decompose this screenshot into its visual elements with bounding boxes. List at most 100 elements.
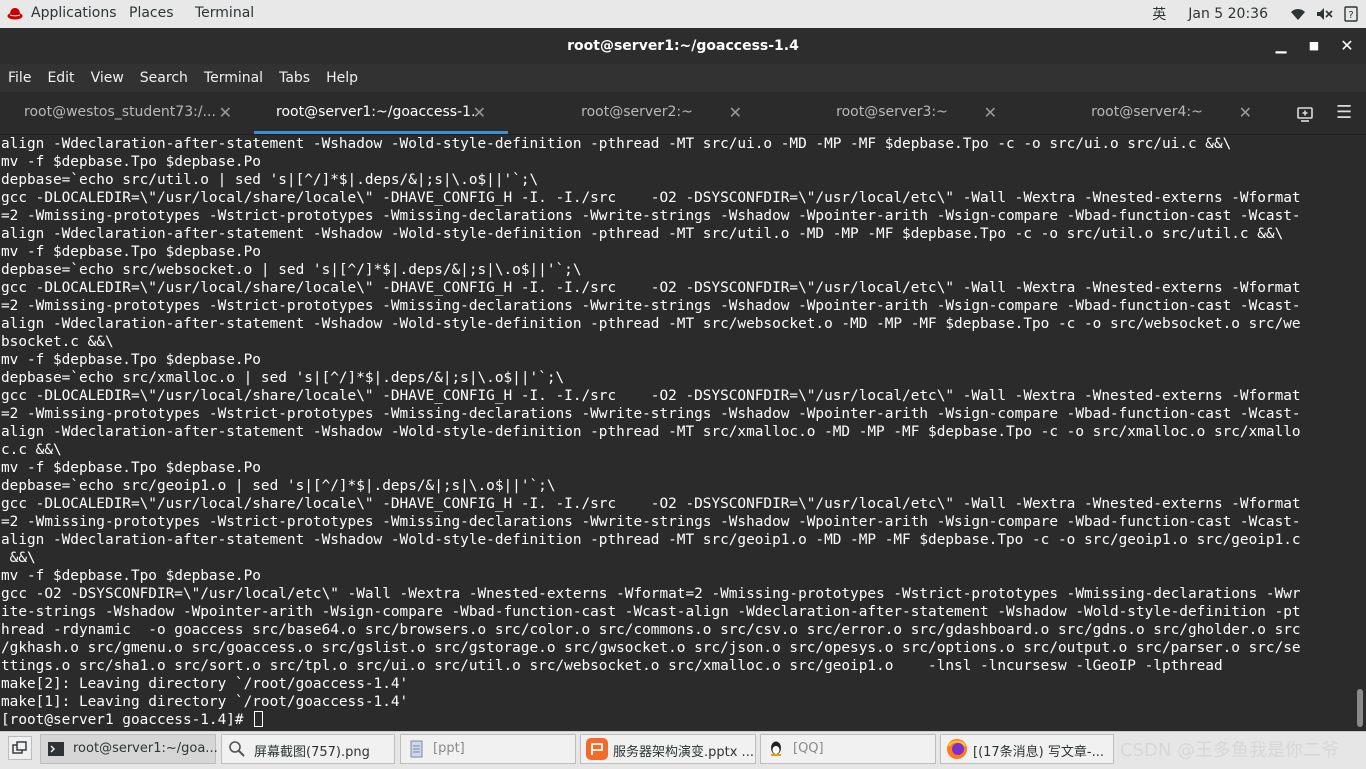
- window-titlebar[interactable]: root@server1:~/goaccess-1.4 ▁ ■ ✕: [0, 28, 1366, 64]
- close-icon: ✕: [1340, 36, 1354, 55]
- text-cursor: [254, 711, 264, 727]
- minimize-button[interactable]: ▁: [1272, 37, 1290, 55]
- terminal-line: =2 -Wmissing-prototypes -Wstrict-prototy…: [1, 514, 1301, 530]
- csdn-watermark: CSDN @王多鱼我是你二爷: [1120, 740, 1340, 761]
- tab-label: root@server4:~: [1091, 104, 1203, 120]
- scrollbar-thumb[interactable]: [1357, 689, 1363, 727]
- tab-label: root@server1:~/goaccess-1...: [276, 104, 476, 120]
- terminal-line: depbase=`echo src/websocket.o | sed 's|[…: [1, 262, 582, 278]
- terminal-line: mv -f $depbase.Tpo $depbase.Po: [1, 568, 261, 584]
- input-method-indicator[interactable]: 英: [1152, 4, 1166, 24]
- terminal-line: depbase=`echo src/geoip1.o | sed 's|[^/]…: [1, 478, 556, 494]
- tab-label: root@westos_student73:/...: [24, 104, 216, 120]
- terminal-line: align -Wdeclaration-after-statement -Wsh…: [1, 532, 1301, 548]
- tab-close-icon[interactable]: ✕: [1239, 103, 1252, 122]
- terminal-line: gcc -DLOCALEDIR=\"/usr/local/share/local…: [1, 190, 1301, 206]
- menu-edit[interactable]: Edit: [39, 70, 82, 86]
- terminal-line: gcc -O2 -DSYSCONFDIR=\"/usr/local/etc\" …: [1, 586, 1301, 602]
- terminal-line: mv -f $depbase.Tpo $depbase.Po: [1, 154, 261, 170]
- terminal-line: bsocket.c &&\: [1, 334, 114, 350]
- terminal-line: gcc -DLOCALEDIR=\"/usr/local/share/local…: [1, 496, 1301, 512]
- terminal-line: &&\: [1, 550, 36, 566]
- places-menu[interactable]: Places: [129, 5, 174, 21]
- terminal-line: align -Wdeclaration-after-statement -Wsh…: [1, 226, 1284, 242]
- terminal-app-menu[interactable]: Terminal: [195, 5, 254, 21]
- image-viewer-icon: [229, 741, 245, 757]
- terminal-line: ite-strings -Wshadow -Wpointer-arith -Ws…: [1, 604, 1301, 620]
- shell-prompt: [root@server1 goaccess-1.4]#: [1, 712, 253, 728]
- new-tab-icon[interactable]: [1296, 104, 1316, 124]
- tab-westos-student73[interactable]: root@westos_student73:/... ✕: [0, 92, 254, 134]
- terminal-line: mv -f $depbase.Tpo $depbase.Po: [1, 352, 261, 368]
- menu-search[interactable]: Search: [132, 70, 196, 86]
- qq-icon: [771, 741, 781, 756]
- menu-view[interactable]: View: [83, 70, 132, 86]
- applications-menu[interactable]: Applications: [31, 5, 117, 21]
- taskbar-item-qq[interactable]: [QQ]: [760, 734, 936, 764]
- volume-muted-icon[interactable]: [1316, 7, 1334, 21]
- menu-bar: File Edit View Search Terminal Tabs Help: [0, 64, 1366, 92]
- active-tab-indicator: [254, 131, 508, 134]
- svg-text:?: ?: [1348, 10, 1353, 21]
- taskbar-item-ppt-folder[interactable]: [ppt]: [400, 734, 576, 764]
- terminal-lines: align -Wdeclaration-after-statement -Wsh…: [0, 135, 1354, 711]
- terminal-line: =2 -Wmissing-prototypes -Wstrict-prototy…: [1, 208, 1301, 224]
- prompt-line[interactable]: [root@server1 goaccess-1.4]#: [0, 711, 1354, 729]
- terminal-line: gcc -DLOCALEDIR=\"/usr/local/share/local…: [1, 280, 1301, 296]
- tab-server4[interactable]: root@server4:~ ✕: [1020, 92, 1274, 134]
- terminal-line: =2 -Wmissing-prototypes -Wstrict-prototy…: [1, 406, 1301, 422]
- tab-label: root@server3:~: [836, 104, 948, 120]
- maximize-icon: ■: [1308, 39, 1320, 52]
- minimize-icon: ▁: [1275, 38, 1287, 54]
- tab-server3[interactable]: root@server3:~ ✕: [765, 92, 1019, 134]
- tab-close-icon[interactable]: ✕: [473, 103, 486, 122]
- terminal-line: make[2]: Leaving directory `/root/goacce…: [1, 676, 409, 692]
- terminal-line: c.c &&\: [1, 442, 62, 458]
- tab-close-icon[interactable]: ✕: [219, 103, 232, 122]
- taskbar-item-screenshot[interactable]: 屏幕截图(757).png: [221, 734, 395, 764]
- power-icon[interactable]: ?: [1344, 6, 1358, 22]
- show-desktop-icon[interactable]: [8, 736, 32, 760]
- terminal-line: hread -rdynamic -o goaccess src/base64.o…: [1, 622, 1301, 638]
- terminal-line: /gkhash.o src/gmenu.o src/goaccess.o src…: [1, 640, 1301, 656]
- document-icon: [410, 740, 423, 758]
- terminal-line: mv -f $depbase.Tpo $depbase.Po: [1, 244, 261, 260]
- task-label: root@server1:~/goa...: [73, 741, 218, 756]
- taskbar-item-firefox[interactable]: [(17条消息) 写文章-...: [940, 734, 1114, 764]
- menu-terminal[interactable]: Terminal: [196, 70, 271, 86]
- terminal-output[interactable]: align -Wdeclaration-after-statement -Wsh…: [0, 135, 1354, 731]
- terminal-line: mv -f $depbase.Tpo $depbase.Po: [1, 460, 261, 476]
- terminal-scrollbar[interactable]: [1354, 135, 1366, 731]
- tab-bar: root@westos_student73:/... ✕ root@server…: [0, 92, 1366, 135]
- tab-server2[interactable]: root@server2:~ ✕: [510, 92, 764, 134]
- top-panel: Applications Places Terminal 英 Jan 5 20:…: [0, 0, 1366, 28]
- menu-tabs[interactable]: Tabs: [271, 70, 318, 86]
- window-title: root@server1:~/goaccess-1.4: [567, 38, 799, 54]
- terminal-line: depbase=`echo src/util.o | sed 's|[^/]*$…: [1, 172, 539, 188]
- terminal-line: ttings.o src/sha1.o src/sort.o src/tpl.o…: [1, 658, 1223, 674]
- close-button[interactable]: ✕: [1338, 37, 1356, 55]
- terminal-line: depbase=`echo src/xmalloc.o | sed 's|[^/…: [1, 370, 565, 386]
- terminal-line: align -Wdeclaration-after-statement -Wsh…: [1, 424, 1301, 440]
- taskbar-item-pptx[interactable]: 服务器架构演变.pptx ...: [580, 734, 756, 764]
- status-area: 英 Jan 5 20:36 ?: [1152, 4, 1358, 24]
- menu-file[interactable]: File: [0, 70, 39, 86]
- task-label: [ppt]: [433, 741, 465, 756]
- task-label: 屏幕截图(757).png: [254, 745, 370, 760]
- terminal-icon: [48, 742, 64, 756]
- terminal-line: make[1]: Leaving directory `/root/goacce…: [1, 694, 409, 710]
- task-label: [QQ]: [793, 741, 824, 756]
- menu-help[interactable]: Help: [318, 70, 366, 86]
- taskbar-item-terminal[interactable]: root@server1:~/goa...: [40, 734, 218, 764]
- tab-server1[interactable]: root@server1:~/goaccess-1... ✕: [254, 92, 508, 134]
- redhat-logo-icon[interactable]: [7, 7, 23, 21]
- tab-close-icon[interactable]: ✕: [729, 103, 742, 122]
- terminal-line: align -Wdeclaration-after-statement -Wsh…: [1, 136, 1232, 152]
- terminal-line: align -Wdeclaration-after-statement -Wsh…: [1, 316, 1301, 332]
- maximize-button[interactable]: ■: [1305, 37, 1323, 55]
- tab-close-icon[interactable]: ✕: [984, 103, 997, 122]
- wifi-icon[interactable]: [1290, 7, 1306, 21]
- tab-list-icon[interactable]: ☰: [1336, 102, 1352, 123]
- clock[interactable]: Jan 5 20:36: [1188, 6, 1268, 22]
- presentation-icon: [586, 738, 608, 760]
